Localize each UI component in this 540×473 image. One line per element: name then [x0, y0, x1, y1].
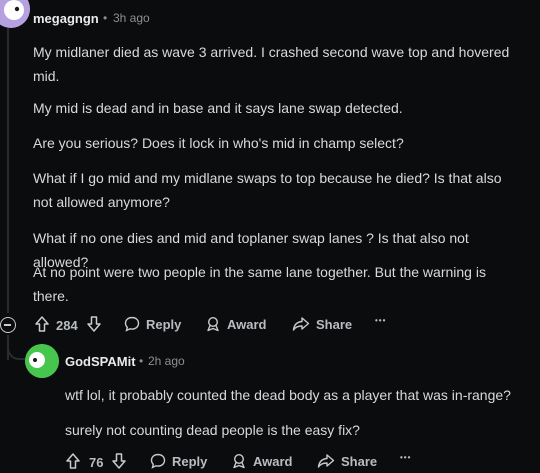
share-arrow-icon [317, 453, 335, 469]
comment-author[interactable]: megagngn [33, 11, 99, 26]
reply-more-options-button[interactable]: ••• [400, 453, 411, 462]
downvote-arrow-icon [87, 316, 101, 332]
reply-reply-button[interactable]: Reply [150, 453, 207, 469]
share-button[interactable]: Share [292, 316, 352, 332]
reply-share-button[interactable]: Share [317, 453, 377, 469]
share-arrow-icon [292, 316, 310, 332]
reply-avatar[interactable] [25, 344, 59, 378]
upvote-arrow-icon [35, 316, 49, 332]
share-label: Share [341, 453, 378, 469]
comment-paragraph: What if I go mid and my midlane swaps to… [33, 170, 502, 210]
avatar-image [0, 0, 30, 28]
speech-bubble-icon [124, 316, 140, 332]
share-label: Share [316, 316, 353, 332]
upvote-arrow-icon [66, 453, 80, 469]
reply-paragraph: surely not counting dead people is the e… [65, 422, 360, 438]
comment-paragraph: Are you serious? Does it lock in who's m… [33, 135, 404, 151]
vote-count: 284 [56, 318, 78, 333]
comment-paragraph: At no point were two people in the same … [33, 264, 486, 304]
award-label: Award [227, 316, 267, 332]
reply-author[interactable]: GodSPAMit [65, 354, 136, 369]
speech-bubble-icon [150, 453, 166, 469]
comment-paragraph: My mid is dead and in base and it says l… [33, 100, 403, 116]
reply-action-bar: 76 Reply Award Share ••• [0, 450, 540, 472]
reply-downvote-button[interactable] [112, 453, 126, 469]
avatar[interactable] [0, 0, 30, 28]
downvote-button[interactable] [87, 316, 101, 332]
reply-paragraph: wtf lol, it probably counted the dead bo… [65, 387, 511, 403]
reply-avatar-image [25, 344, 59, 378]
downvote-arrow-icon [112, 453, 126, 469]
reply-timestamp[interactable]: 2h ago [148, 354, 185, 368]
reply-award-button[interactable]: Award [231, 453, 293, 469]
thread-line [7, 28, 9, 313]
award-icon [205, 316, 221, 332]
reply-label: Reply [146, 316, 182, 332]
comment-action-bar: 284 Reply Award Share ••• [0, 314, 540, 336]
comment-timestamp[interactable]: 3h ago [113, 11, 150, 25]
reply-label: Reply [172, 453, 208, 469]
reply-vote-count: 76 [89, 455, 104, 470]
thread-branch-curve [7, 340, 25, 360]
more-options-button[interactable]: ••• [375, 316, 386, 325]
award-button[interactable]: Award [205, 316, 267, 332]
reply-separator: • [139, 354, 144, 368]
comment-paragraph: My midlaner died as wave 3 arrived. I cr… [33, 44, 510, 84]
reply-button[interactable]: Reply [124, 316, 181, 332]
award-label: Award [253, 453, 293, 469]
reply-upvote-button[interactable] [66, 453, 80, 469]
upvote-button[interactable] [35, 316, 49, 332]
comment-separator: • [103, 11, 108, 25]
award-icon [231, 453, 247, 469]
